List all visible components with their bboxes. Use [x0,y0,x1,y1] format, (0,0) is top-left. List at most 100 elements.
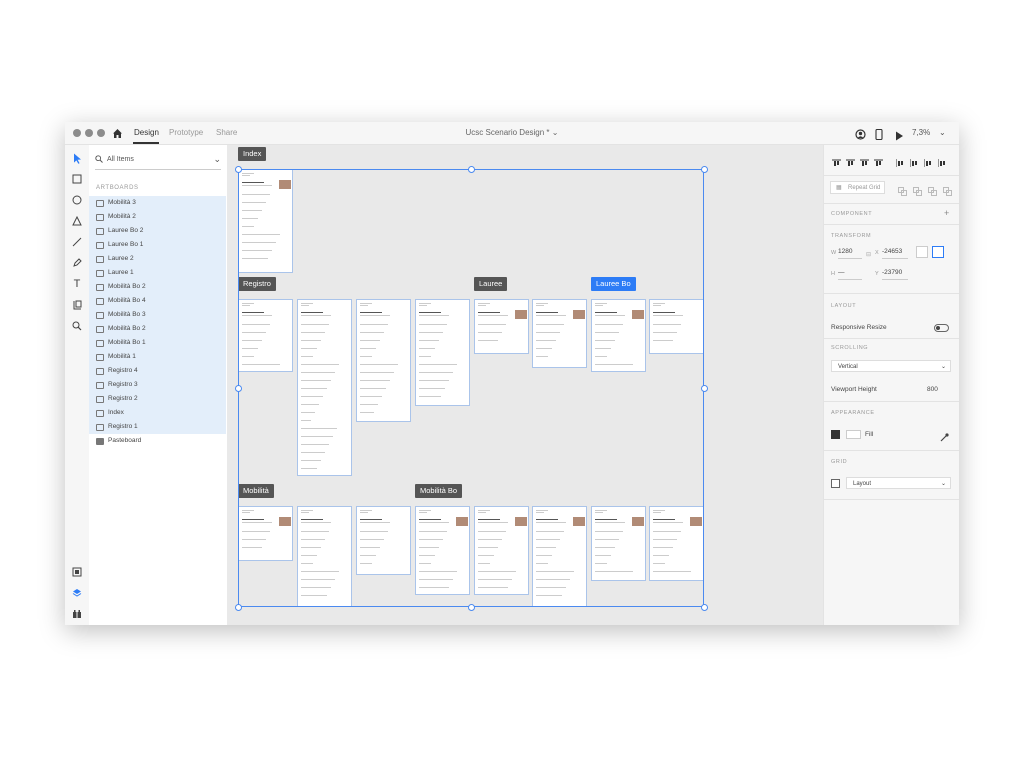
layer-item-artboard[interactable]: Mobilità 3 [89,196,226,210]
align-top-icon[interactable] [832,154,841,166]
layer-item-artboard[interactable]: Registro 1 [89,420,226,434]
layer-item-label: Mobilità Bo 1 [108,339,146,346]
scrolling-dropdown[interactable]: Vertical ⌄ [831,360,951,372]
distribute-horizontal-icon[interactable] [937,154,947,167]
distribute-vertical-icon[interactable] [874,154,883,166]
landscape-icon[interactable] [932,246,944,258]
layer-item-artboard[interactable]: Mobilità 1 [89,350,226,364]
layer-item-artboard[interactable]: Mobilità Bo 3 [89,308,226,322]
align-center-icon[interactable] [909,154,919,167]
play-icon[interactable] [895,128,904,146]
divider [824,401,959,402]
layer-item-label: Index [108,409,124,416]
filter-chevron-icon[interactable]: ⌄ [213,154,221,165]
polygon-tool-icon[interactable] [71,215,83,227]
layer-item-artboard[interactable]: Lauree 1 [89,266,226,280]
layer-item-artboard[interactable]: Lauree 2 [89,252,226,266]
artboard-icon [96,326,104,333]
assets-icon[interactable] [71,566,83,578]
grid-checkbox[interactable] [831,479,840,488]
layer-item-artboard[interactable]: Registro 2 [89,392,226,406]
repeat-grid-button[interactable]: ▦ Repeat Grid [830,181,885,194]
select-tool-icon[interactable] [71,152,83,164]
layer-item-artboard[interactable]: Mobilità Bo 2 [89,280,226,294]
x-label: X [875,250,879,256]
viewport-height-value[interactable]: 800 [927,386,938,393]
line-tool-icon[interactable] [71,236,83,248]
device-preview-icon[interactable] [875,127,883,145]
add-component-icon[interactable]: + [944,208,949,218]
zoom-chevron-icon[interactable]: ⌄ [939,128,946,137]
layer-item-label: Mobilità Bo 4 [108,297,146,304]
artboard-tool-icon[interactable] [71,299,83,311]
artboard-icon [96,270,104,277]
layers-filter-label: All Items [107,156,134,163]
resize-handle[interactable] [235,604,242,611]
layer-item-artboard[interactable]: Registro 3 [89,378,226,392]
layer-item-artboard[interactable]: Lauree Bo 1 [89,238,226,252]
layer-item-artboard[interactable]: Lauree Bo 2 [89,224,226,238]
layer-item-artboard[interactable]: Index [89,406,226,420]
responsive-resize-toggle[interactable] [934,324,949,332]
resize-handle[interactable] [235,166,242,173]
layout-section-label: LAYOUT [831,303,857,309]
align-bottom-icon[interactable] [860,154,869,166]
layer-item-pasteboard[interactable]: Pasteboard [89,434,226,448]
layer-item-artboard[interactable]: Mobilità Bo 1 [89,336,226,350]
zoom-tool-icon[interactable] [71,320,83,332]
artboard-label-index[interactable]: Index [238,147,267,161]
layer-item-label: Registro 3 [108,381,138,388]
layer-item-label: Mobilità 3 [108,199,136,206]
align-right-icon[interactable] [923,154,933,167]
document-title[interactable]: Ucsc Scenario Design * ⌄ [65,128,959,137]
artboard-icon [96,368,104,375]
lock-aspect-icon[interactable]: ⊟ [866,251,871,258]
layer-item-artboard[interactable]: Registro 4 [89,364,226,378]
plugins-icon[interactable] [71,608,83,620]
scrolling-value: Vertical [838,364,858,370]
y-field[interactable]: -23790 [882,269,908,280]
eyedropper-icon[interactable] [940,429,949,447]
fill-checkbox[interactable] [831,430,840,439]
divider [824,450,959,451]
layers-icon[interactable] [71,587,83,599]
height-field[interactable]: — [838,269,862,280]
document-title-text: Ucsc Scenario Design * [465,128,550,137]
layer-item-artboard[interactable]: Mobilità 2 [89,210,226,224]
subtract-icon[interactable] [913,183,922,196]
resize-handle[interactable] [468,166,475,173]
exclude-icon[interactable] [943,183,952,196]
resize-handle[interactable] [701,385,708,392]
intersect-icon[interactable] [928,183,937,196]
zoom-level[interactable]: 7,3% [912,128,930,137]
align-middle-icon[interactable] [846,154,855,166]
resize-handle[interactable] [701,604,708,611]
pen-tool-icon[interactable] [71,257,83,269]
text-tool-icon[interactable]: T [71,278,83,290]
chevron-down-icon: ⌄ [551,128,559,137]
layers-search[interactable]: All Items ⌄ [95,153,221,170]
layer-item-label: Mobilità Bo 3 [108,311,146,318]
rectangle-tool-icon[interactable] [71,173,83,185]
x-field[interactable]: -24653 [882,248,908,259]
divider [824,224,959,225]
union-icon[interactable] [898,183,907,196]
artboard-icon [96,242,104,249]
layer-item-artboard[interactable]: Mobilità Bo 2 [89,322,226,336]
layer-item-artboard[interactable]: Mobilità Bo 4 [89,294,226,308]
width-value: 1280 [838,248,853,255]
selection-bounding-box[interactable] [238,169,704,607]
width-field[interactable]: 1280 [838,248,862,259]
align-left-icon[interactable] [895,154,905,167]
resize-handle[interactable] [235,385,242,392]
resize-handle[interactable] [701,166,708,173]
layer-item-label: Registro 4 [108,367,138,374]
layer-item-label: Pasteboard [108,437,142,444]
ellipse-tool-icon[interactable] [71,194,83,206]
grid-dropdown[interactable]: Layout ⌄ [846,477,951,489]
resize-handle[interactable] [468,604,475,611]
design-canvas[interactable]: Index Registro Lauree Lauree Bo Mobilità… [227,145,823,625]
user-icon[interactable] [855,127,866,145]
fill-swatch[interactable] [846,430,861,439]
portrait-icon[interactable] [916,246,928,258]
